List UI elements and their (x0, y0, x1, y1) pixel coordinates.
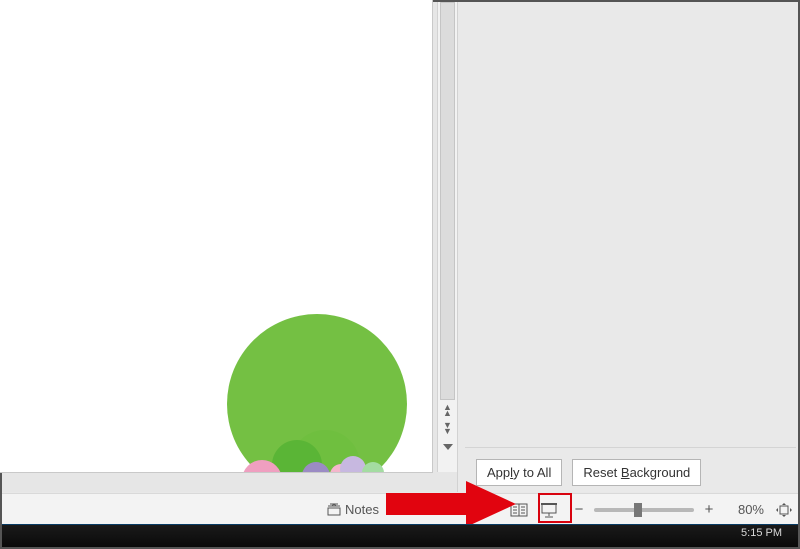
button-label: Apply to All (487, 465, 551, 480)
reset-background-button[interactable]: Reset Background (572, 459, 701, 486)
divider (465, 447, 796, 448)
next-slide-button[interactable]: ▼▼ (438, 418, 457, 438)
reading-view-button[interactable] (504, 494, 534, 525)
zoom-percent-label[interactable]: 80% (724, 502, 764, 517)
zoom-out-button[interactable]: − (570, 501, 588, 518)
notes-toggle-button[interactable]: Notes (317, 494, 389, 525)
zoom-slider[interactable] (594, 508, 694, 512)
reading-view-icon (510, 502, 528, 518)
notes-icon (327, 503, 341, 517)
fit-to-window-button[interactable] (770, 494, 798, 525)
zoom-slider-thumb[interactable] (634, 503, 642, 517)
notes-label: Notes (345, 502, 379, 517)
slideshow-icon (540, 502, 558, 518)
slide-editor-pane: ▲▲ ▼▼ (2, 2, 467, 492)
slideshow-view-button[interactable] (534, 494, 564, 525)
scroll-down-button[interactable] (438, 437, 457, 457)
zoom-in-button[interactable]: + (700, 501, 718, 518)
format-background-pane: Apply to All Reset Background (457, 2, 798, 492)
scrollbar-thumb[interactable] (440, 2, 455, 400)
zoom-control: − + 80% (564, 494, 770, 525)
fit-icon (775, 502, 793, 518)
windows-taskbar: 5:15 PM (2, 525, 798, 547)
status-bar: Notes − + 80% (2, 493, 798, 525)
previous-slide-button[interactable]: ▲▲ (438, 400, 457, 420)
system-clock[interactable]: 5:15 PM (741, 527, 782, 539)
apply-to-all-button[interactable]: Apply to All (476, 459, 562, 486)
slide-canvas[interactable] (0, 0, 432, 472)
window-crop: ▲▲ ▼▼ Apply to All Reset Background (0, 0, 800, 549)
button-label: Reset Background (583, 465, 690, 480)
vertical-scrollbar[interactable]: ▲▲ ▼▼ (437, 2, 457, 472)
